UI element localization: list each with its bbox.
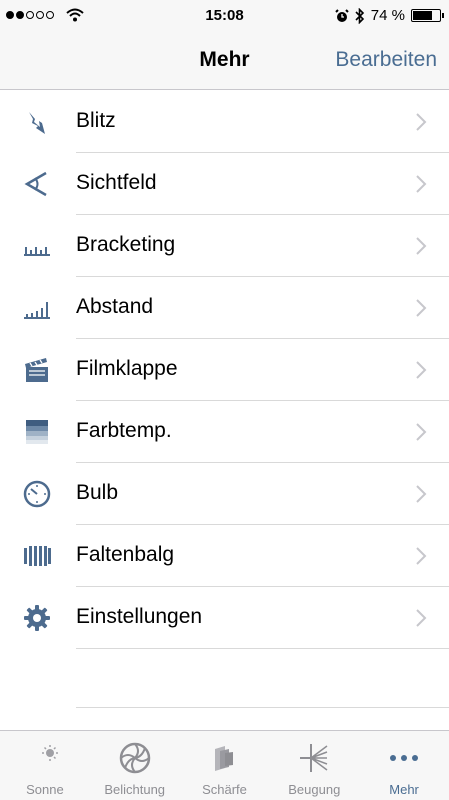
flash-icon (29, 112, 45, 134)
edit-button[interactable]: Bearbeiten (335, 48, 437, 72)
menu-item-filmklappe[interactable]: Filmklappe (0, 339, 449, 401)
chevron-right-icon (416, 547, 427, 565)
status-bar: 15:08 74 % (0, 0, 449, 32)
bracketing-icon (24, 247, 50, 256)
bellows-icon (24, 546, 51, 566)
menu-item-label: Bracketing (76, 233, 176, 256)
distance-icon (24, 302, 50, 319)
tab-label: Mehr (389, 782, 419, 797)
chevron-right-icon (416, 113, 427, 131)
chevron-right-icon (416, 485, 427, 503)
menu-item-einstellungen[interactable]: Einstellungen (0, 587, 449, 649)
tab-mehr[interactable]: Mehr (359, 731, 449, 800)
sun-moon-icon (34, 745, 58, 768)
chevron-right-icon (416, 423, 427, 441)
color-temperature-icon (26, 420, 48, 444)
chevron-right-icon (416, 237, 427, 255)
menu-item-label: Blitz (76, 109, 116, 132)
menu-item-sichtfeld[interactable]: Sichtfeld (0, 153, 449, 215)
menu-item-label: Bulb (76, 481, 119, 504)
separator (76, 707, 449, 708)
menu-item-faltenbalg[interactable]: Faltenbalg (0, 525, 449, 587)
battery-icon (411, 9, 444, 22)
menu-item-bracketing[interactable]: Bracketing (0, 215, 449, 277)
menu-list: Blitz Sichtfeld Bracketing Abstand Filmk… (0, 91, 449, 649)
tab-schaerfe[interactable]: Schärfe (180, 731, 270, 800)
battery-level (413, 11, 433, 20)
separator (76, 648, 449, 649)
field-of-view-icon (24, 171, 47, 197)
menu-item-bulb[interactable]: Bulb (0, 463, 449, 525)
chevron-right-icon (416, 175, 427, 193)
menu-item-label: Abstand (76, 295, 154, 318)
focus-layers-icon (215, 746, 234, 771)
navigation-bar: Mehr Bearbeiten (0, 32, 449, 90)
chevron-right-icon (416, 299, 427, 317)
tab-label: Belichtung (104, 782, 166, 797)
aperture-icon (119, 742, 150, 774)
chevron-right-icon (416, 609, 427, 627)
battery-percent: 74 % (370, 7, 405, 24)
tab-bar: Sonne Belichtung Schärfe Beugung Mehr (0, 730, 449, 800)
more-icon (390, 755, 419, 761)
menu-item-blitz[interactable]: Blitz (0, 91, 449, 153)
stopwatch-icon (23, 480, 51, 508)
status-right: 74 % (335, 7, 444, 24)
screen: 15:08 74 % Mehr Bearbeiten Blitz Sichtfe… (0, 0, 449, 800)
menu-item-label: Farbtemp. (76, 419, 172, 442)
menu-item-label: Faltenbalg (76, 543, 175, 566)
tab-beugung[interactable]: Beugung (269, 731, 359, 800)
tab-label: Sonne (26, 782, 64, 797)
tab-label: Schärfe (202, 782, 247, 797)
bluetooth-icon (355, 7, 364, 24)
tab-label: Beugung (288, 782, 341, 797)
tab-sonne[interactable]: Sonne (0, 731, 90, 800)
menu-item-label: Einstellungen (76, 605, 203, 628)
clapperboard-icon (25, 358, 48, 382)
menu-item-label: Sichtfeld (76, 171, 157, 194)
gear-icon (24, 605, 50, 631)
menu-item-label: Filmklappe (76, 357, 178, 380)
menu-item-farbtemp[interactable]: Farbtemp. (0, 401, 449, 463)
chevron-right-icon (416, 361, 427, 379)
diffraction-icon (300, 744, 328, 772)
alarm-icon (335, 8, 349, 22)
tab-belichtung[interactable]: Belichtung (90, 731, 180, 800)
menu-item-abstand[interactable]: Abstand (0, 277, 449, 339)
